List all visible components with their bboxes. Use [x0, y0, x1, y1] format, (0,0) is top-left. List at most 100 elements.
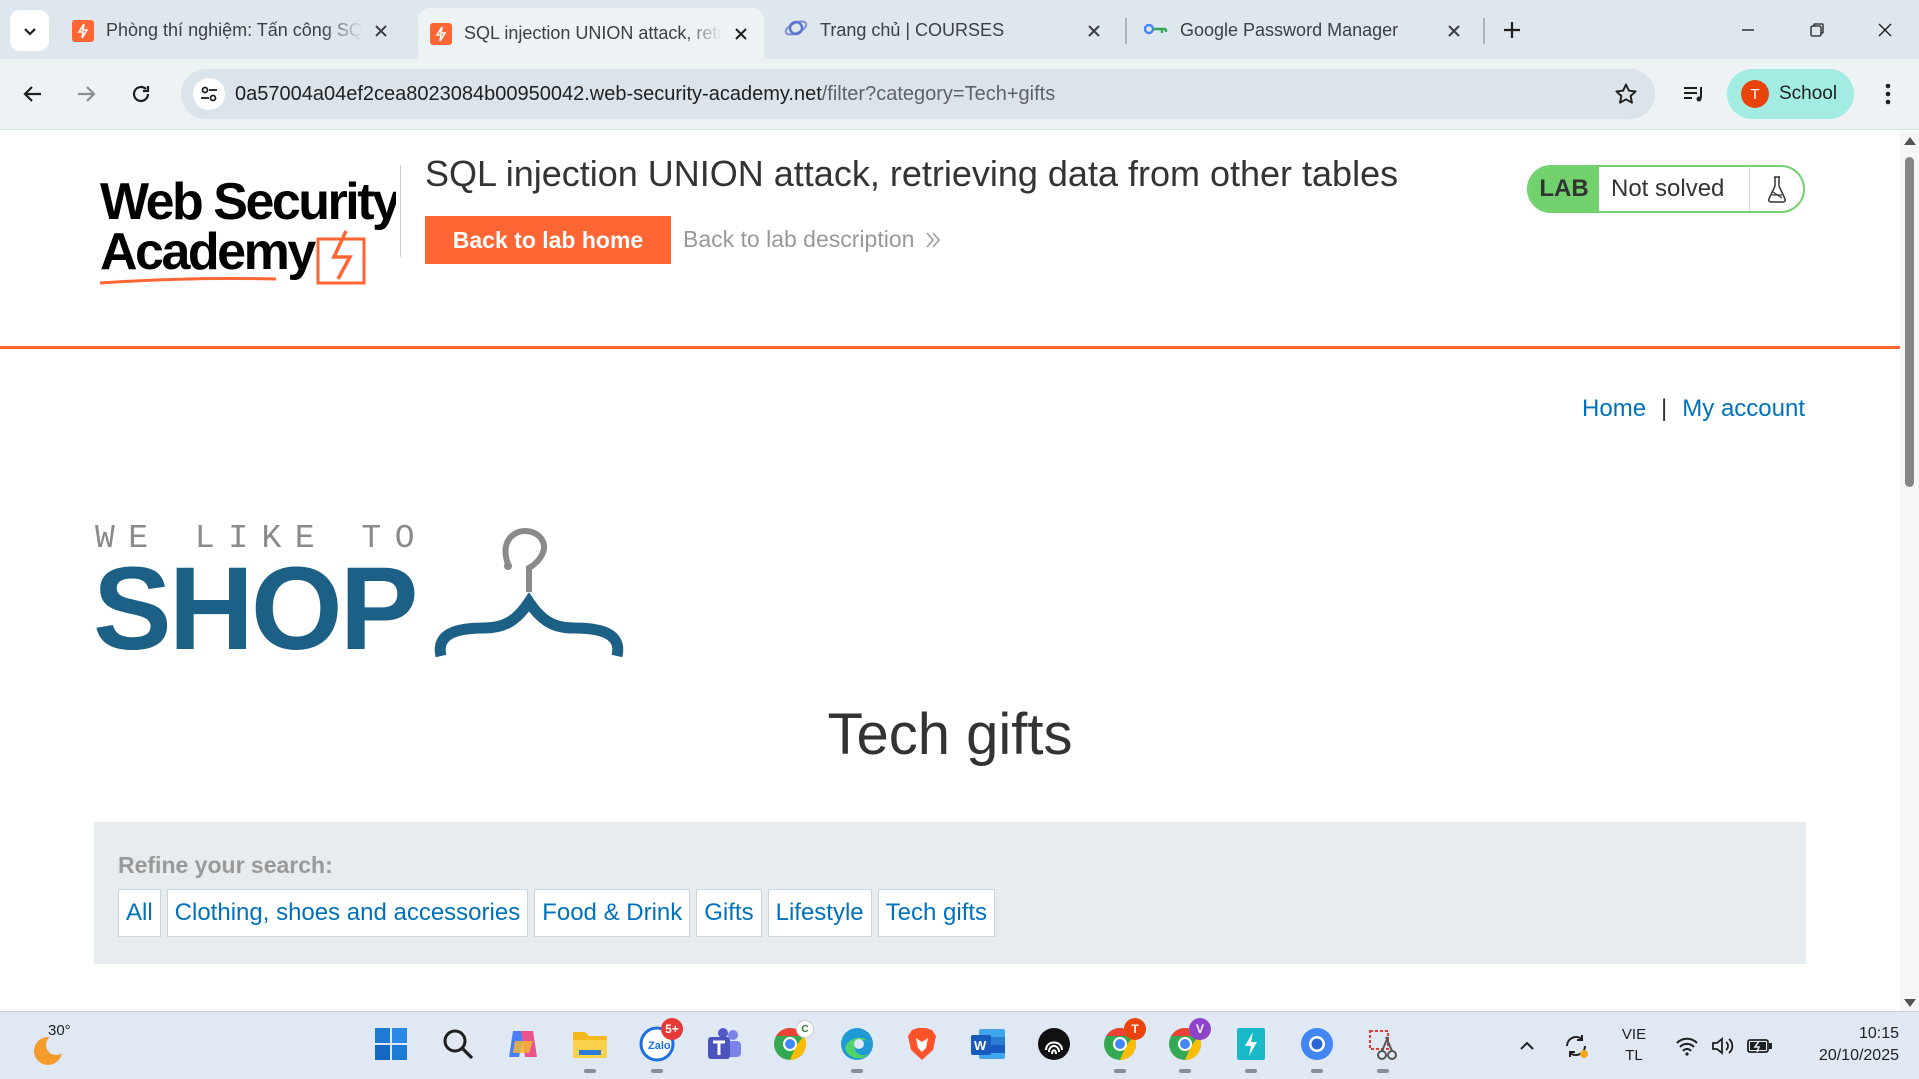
close-icon[interactable]: [730, 23, 752, 45]
new-tab-button[interactable]: [1496, 14, 1528, 46]
running-indicator: [584, 1069, 596, 1073]
svg-text:W: W: [974, 1038, 987, 1053]
snipping-tool-app[interactable]: [1363, 1024, 1403, 1073]
address-bar[interactable]: 0a57004a04ef2cea8023084b00950042.web-sec…: [181, 69, 1655, 119]
close-icon[interactable]: [1083, 20, 1105, 42]
reload-button[interactable]: [122, 75, 160, 113]
category-filter-list: All Clothing, shoes and accessories Food…: [118, 889, 996, 937]
filter-food-drink[interactable]: Food & Drink: [534, 889, 691, 937]
keyboard-layout: TL: [1625, 1047, 1643, 1064]
flask-icon: [1749, 167, 1803, 211]
browser-toolbar: 0a57004a04ef2cea8023084b00950042.web-sec…: [0, 59, 1919, 130]
system-clock[interactable]: 10:15 20/10/2025: [1785, 1023, 1899, 1067]
close-icon[interactable]: [370, 20, 392, 42]
word-app[interactable]: W: [968, 1024, 1008, 1064]
tab-courses[interactable]: Trang chủ | COURSES: [772, 8, 1117, 53]
page-scrollbar[interactable]: [1900, 131, 1919, 1011]
search-icon: [443, 1029, 474, 1060]
restore-button[interactable]: [1797, 10, 1837, 50]
teams-icon: [708, 1028, 741, 1059]
filter-tech-gifts[interactable]: Tech gifts: [877, 889, 996, 937]
volume-status[interactable]: [1710, 1030, 1736, 1062]
profile-badge: V: [1189, 1018, 1211, 1040]
burp-suite-app[interactable]: [1231, 1024, 1271, 1073]
running-indicator: [851, 1069, 863, 1073]
top-navigation: Home | My account: [1582, 395, 1805, 423]
word-icon: W: [971, 1029, 1005, 1059]
running-indicator: [1311, 1069, 1323, 1073]
back-to-lab-home-button[interactable]: Back to lab home: [425, 216, 671, 264]
profile-button[interactable]: T School: [1727, 69, 1854, 119]
chromium-app[interactable]: [1297, 1024, 1337, 1073]
chrome-profile-v-app[interactable]: V: [1165, 1018, 1211, 1073]
copilot-icon: [509, 1031, 537, 1057]
back-button[interactable]: [14, 75, 52, 113]
battery-status[interactable]: [1746, 1030, 1774, 1062]
edge-app[interactable]: [837, 1024, 877, 1073]
edge-icon: [841, 1028, 873, 1060]
copilot-app[interactable]: [503, 1024, 543, 1064]
close-icon[interactable]: [1443, 20, 1465, 42]
media-controls-button[interactable]: [1675, 75, 1713, 113]
my-account-link[interactable]: My account: [1682, 395, 1805, 423]
close-icon: [1878, 23, 1892, 37]
url-path: /filter?category=Tech+gifts: [821, 83, 1056, 105]
ie-courses-icon: [784, 17, 808, 44]
filter-all[interactable]: All: [118, 889, 161, 937]
site-info-button[interactable]: [193, 78, 225, 110]
sync-status-button[interactable]: [1560, 1030, 1592, 1062]
lightning-icon: [1237, 1028, 1265, 1060]
fingerprint-icon: [1038, 1028, 1070, 1060]
svg-text:Academy: Academy: [100, 223, 316, 281]
minimize-button[interactable]: [1728, 10, 1768, 50]
brave-app[interactable]: [902, 1024, 942, 1064]
weather-temperature: 30°: [48, 1022, 71, 1039]
file-explorer-app[interactable]: [570, 1024, 610, 1073]
reload-icon: [132, 85, 150, 103]
tab-lab-vietnamese[interactable]: Phòng thí nghiệm: Tấn công SQL injection: [60, 8, 404, 53]
start-button[interactable]: [371, 1024, 411, 1064]
tab-password-manager[interactable]: Google Password Manager: [1132, 8, 1477, 53]
teams-app[interactable]: [704, 1024, 744, 1064]
input-language-indicator[interactable]: VIE TL: [1616, 1024, 1652, 1066]
search-button[interactable]: [438, 1024, 478, 1064]
lab-status-widget: LAB Not solved: [1527, 165, 1805, 213]
filter-gifts[interactable]: Gifts: [696, 889, 762, 937]
lab-badge: LAB: [1529, 167, 1599, 211]
tune-icon: [201, 86, 217, 102]
profile-badge: C: [796, 1020, 814, 1038]
clock-date: 20/10/2025: [1818, 1047, 1899, 1064]
chevron-down-icon: [23, 27, 36, 36]
volume-icon: [1712, 1037, 1734, 1055]
chrome-app[interactable]: C: [770, 1020, 814, 1064]
url-text[interactable]: 0a57004a04ef2cea8023084b00950042.web-sec…: [235, 83, 1055, 106]
url-host: 0a57004a04ef2cea8023084b00950042.web-sec…: [235, 83, 822, 105]
tab-sql-injection-lab[interactable]: SQL injection UNION attack, retrieving d…: [418, 8, 764, 59]
running-indicator: [1245, 1069, 1257, 1073]
chrome-profile-t-app[interactable]: T: [1100, 1018, 1146, 1073]
tab-search-button[interactable]: [10, 10, 49, 51]
plus-icon: [1504, 22, 1520, 38]
zalo-app[interactable]: Zalo 5+: [637, 1018, 683, 1073]
home-link[interactable]: Home: [1582, 395, 1646, 423]
refine-search-label: Refine your search:: [118, 852, 333, 878]
menu-button[interactable]: [1869, 75, 1907, 113]
tab-title: Phòng thí nghiệm: Tấn công SQL injection: [106, 20, 362, 40]
bookmark-star-button[interactable]: [1613, 81, 1639, 107]
notification-badge: 5+: [661, 1018, 683, 1040]
hanger-icon: [434, 528, 624, 658]
more-vert-icon: [1885, 83, 1891, 105]
scroll-thumb[interactable]: [1905, 157, 1914, 487]
wifi-status[interactable]: [1674, 1030, 1700, 1062]
filter-clothing[interactable]: Clothing, shoes and accessories: [166, 889, 529, 937]
close-window-button[interactable]: [1865, 10, 1905, 50]
svg-text:Zalo: Zalo: [648, 1040, 671, 1052]
scroll-up-arrow[interactable]: [1904, 137, 1916, 145]
scroll-down-arrow[interactable]: [1904, 999, 1916, 1007]
back-to-lab-description-link[interactable]: Back to lab description: [683, 226, 942, 253]
web-security-academy-logo[interactable]: Web Security Academy: [96, 161, 396, 291]
forward-button[interactable]: [67, 75, 105, 113]
show-hidden-icons-button[interactable]: [1514, 1030, 1540, 1062]
filter-lifestyle[interactable]: Lifestyle: [767, 889, 872, 937]
fingerprint-app[interactable]: [1034, 1024, 1074, 1064]
